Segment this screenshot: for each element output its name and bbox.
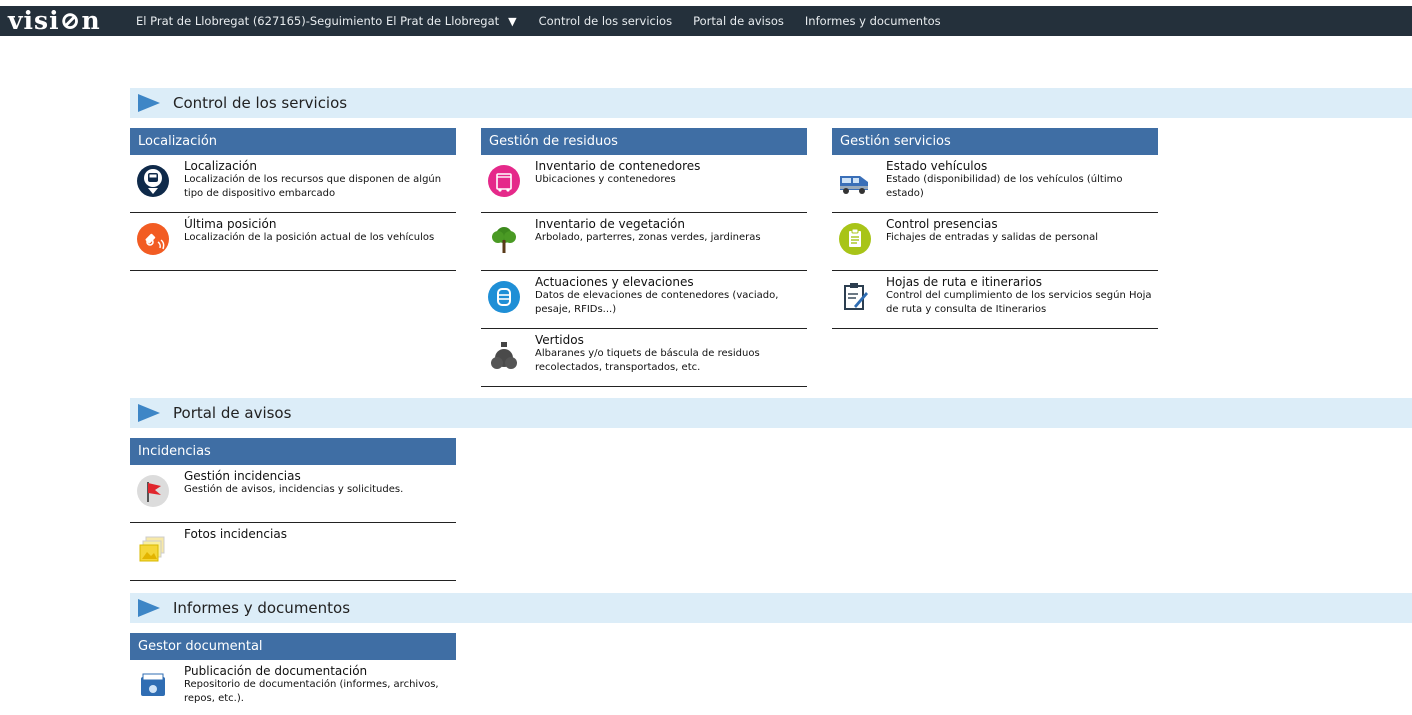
entry-title: Actuaciones y elevaciones	[535, 275, 694, 289]
entry-title: Estado vehículos	[886, 159, 988, 173]
play-arrow-icon	[138, 404, 160, 422]
entry-title: Inventario de contenedores	[535, 159, 701, 173]
column-gestor-documental: Gestor documental Publicación de documen…	[130, 633, 456, 715]
lift-icon	[488, 281, 520, 313]
nav-informes-documentos[interactable]: Informes y documentos	[805, 14, 941, 28]
entry-title: Control presencias	[886, 217, 998, 231]
section-portal-avisos: Portal de avisos	[130, 398, 1412, 428]
column-gestion-residuos: Gestión de residuos Inventario de conten…	[481, 128, 807, 387]
column-header: Gestor documental	[130, 633, 456, 660]
menu-entry-ultima-posicion[interactable]: Última posición Localización de la posic…	[130, 213, 456, 271]
document-folder-icon	[141, 673, 165, 696]
entry-description: Repositorio de documentación (informes, …	[184, 679, 439, 704]
play-arrow-icon	[138, 94, 160, 112]
entry-title: Inventario de vegetación	[535, 217, 685, 231]
section-title: Informes y documentos	[173, 599, 351, 617]
top-navigation-bar: visi⊘n El Prat de Llobregat (627165)-Seg…	[0, 6, 1412, 36]
section-control-servicios: Control de los servicios	[130, 88, 1412, 118]
nav-control-servicios[interactable]: Control de los servicios	[539, 14, 672, 28]
entry-description: Ubicaciones y contenedores	[535, 174, 676, 185]
waste-bag-icon	[491, 342, 517, 369]
entry-description: Fichajes de entradas y salidas de person…	[886, 232, 1098, 243]
main-nav: El Prat de Llobregat (627165)-Seguimient…	[136, 14, 962, 28]
nav-portal-avisos[interactable]: Portal de avisos	[693, 14, 784, 28]
entry-description: Localización de la posición actual de lo…	[184, 232, 435, 243]
menu-entry-vertidos[interactable]: Vertidos Albaranes y/o tiquets de báscul…	[481, 329, 807, 387]
menu-entry-inventario-contenedores[interactable]: Inventario de contenedores Ubicaciones y…	[481, 155, 807, 213]
bus-pin-icon	[137, 165, 169, 197]
menu-entry-control-presencias[interactable]: Control presencias Fichajes de entradas …	[832, 213, 1158, 271]
column-header: Gestión de residuos	[481, 128, 807, 155]
flag-icon	[137, 475, 169, 507]
menu-entry-actuaciones-elevaciones[interactable]: Actuaciones y elevaciones Datos de eleva…	[481, 271, 807, 329]
entry-title: Localización	[184, 159, 257, 173]
satellite-icon	[137, 223, 169, 255]
entry-title: Gestión incidencias	[184, 469, 301, 483]
clipboard-icon	[839, 223, 871, 255]
column-header: Gestión servicios	[832, 128, 1158, 155]
menu-entry-fotos-incidencias[interactable]: Fotos incidencias	[130, 523, 456, 581]
entry-description: Arbolado, parterres, zonas verdes, jardi…	[535, 232, 761, 243]
route-sheet-icon	[844, 283, 868, 310]
column-incidencias: Incidencias Gestión incidencias Gestión …	[130, 438, 456, 581]
container-icon	[488, 165, 520, 197]
menu-entry-estado-vehiculos[interactable]: Estado vehículos Estado (disponibilidad)…	[832, 155, 1158, 213]
column-localizacion: Localización Localización Localización d…	[130, 128, 456, 271]
menu-entry-publicacion-documentacion[interactable]: Publicación de documentación Repositorio…	[130, 660, 456, 715]
column-gestion-servicios: Gestión servicios Estado vehículos Estad…	[832, 128, 1158, 329]
photos-icon	[139, 536, 165, 562]
menu-entry-hojas-ruta[interactable]: Hojas de ruta e itinerarios Control del …	[832, 271, 1158, 329]
van-icon	[840, 176, 868, 194]
entry-title: Publicación de documentación	[184, 664, 368, 678]
column-header: Localización	[130, 128, 456, 155]
entry-title: Vertidos	[535, 333, 584, 347]
entry-description: Albaranes y/o tiquets de báscula de resi…	[535, 348, 760, 373]
section-title: Portal de avisos	[173, 404, 292, 422]
section-informes-documentos: Informes y documentos	[130, 593, 1412, 623]
entry-description: Gestión de avisos, incidencias y solicit…	[184, 484, 404, 495]
vision-logo[interactable]: visi⊘n	[8, 6, 136, 36]
entry-description: Estado (disponibilidad) de los vehículos…	[886, 174, 1123, 199]
entry-title: Hojas de ruta e itinerarios	[886, 275, 1043, 289]
entry-title: Última posición	[184, 217, 277, 231]
entry-description: Localización de los recursos que dispone…	[184, 174, 442, 199]
entry-title: Fotos incidencias	[184, 527, 287, 541]
menu-entry-gestion-incidencias[interactable]: Gestión incidencias Gestión de avisos, i…	[130, 465, 456, 523]
menu-entry-inventario-vegetacion[interactable]: Inventario de vegetación Arbolado, parte…	[481, 213, 807, 271]
menu-entry-localizacion[interactable]: Localización Localización de los recurso…	[130, 155, 456, 213]
tree-icon	[492, 227, 516, 253]
section-title: Control de los servicios	[173, 94, 348, 112]
entry-description: Datos de elevaciones de contenedores (va…	[535, 290, 779, 315]
play-arrow-icon	[138, 599, 160, 617]
dropdown-triangle-icon[interactable]: ▼	[508, 15, 516, 28]
location-selector[interactable]: El Prat de Llobregat (627165)-Seguimient…	[136, 14, 499, 28]
entry-description: Control del cumplimiento de los servicio…	[886, 290, 1152, 315]
column-header: Incidencias	[130, 438, 456, 465]
